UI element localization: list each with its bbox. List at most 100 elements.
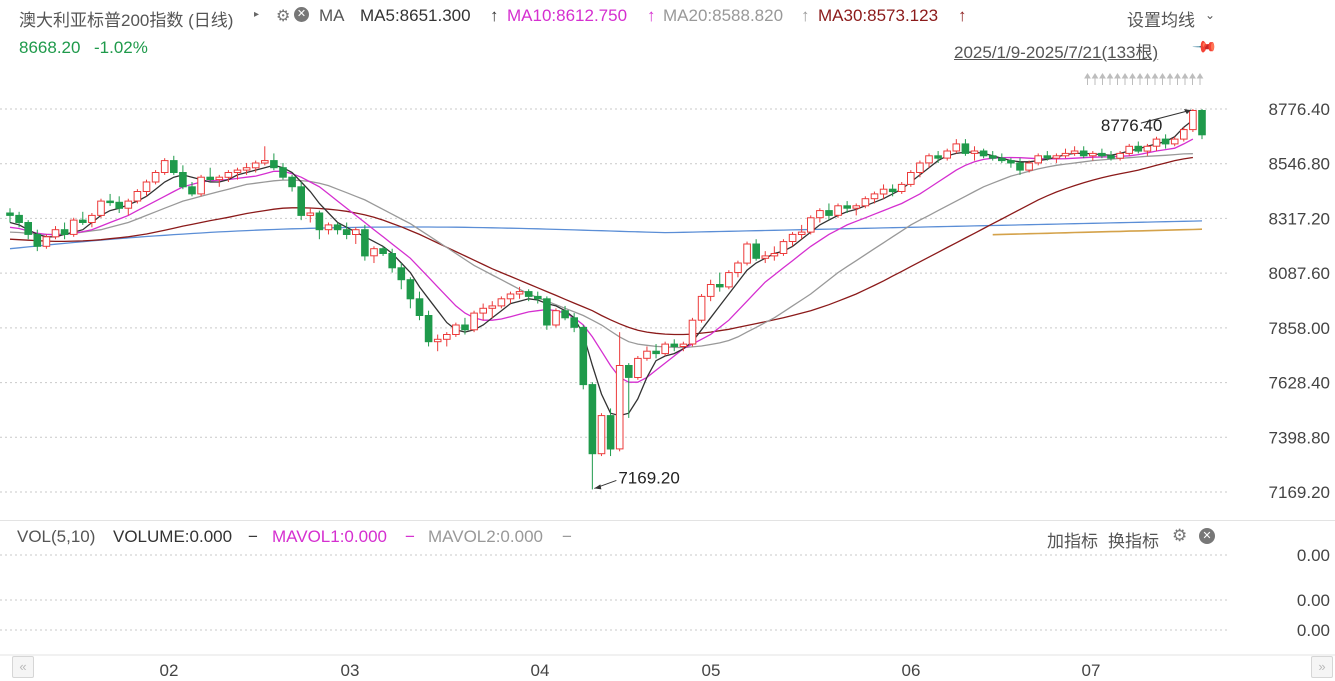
marker-icon [1091,73,1099,85]
candle-body [934,155,942,159]
ma-label: MA [319,6,345,25]
candle-body [1198,110,1206,136]
candle-body [452,324,460,335]
candle-body [1134,145,1143,152]
candle-body [379,248,387,254]
marker-icon [1151,73,1159,85]
candle-body [852,205,861,209]
candle-body [1079,150,1088,157]
candle-body [1098,152,1106,157]
candle-body [188,186,196,195]
candle-body [716,284,724,288]
candle-body [925,155,933,164]
candle-body [370,248,378,257]
mavol2-value: MAVOL2:0.000 [428,527,543,546]
candle-body [634,357,642,378]
price-tick-label: 8317.20 [1269,209,1330,228]
candle-body [534,295,542,300]
candle-body [306,212,315,216]
candle-body [870,193,879,200]
date-range[interactable]: 2025/1/9-2025/7/21(133根) [954,38,1158,63]
switch-indicator-button[interactable]: 换指标 [1108,527,1159,552]
candle-body [1143,145,1152,152]
candle-body [443,334,451,340]
candle-body [606,415,615,450]
ma-settings-link[interactable]: 设置均线 [1127,6,1195,31]
candle-body [952,143,961,152]
marker-icon [1114,73,1121,85]
marker-icon [1099,73,1106,85]
candle-body [961,143,970,154]
max-price-label: 8776.40 [1101,116,1162,135]
candle-body [770,253,779,257]
candle-body [1125,145,1134,154]
candle-body [315,212,324,231]
candle-body [33,233,42,247]
price-change: -1.02% [94,38,148,57]
candle-body [279,167,287,178]
candle-body [424,315,433,343]
indicator-gear-icon[interactable]: ⚙ [1172,526,1187,546]
candle-body [579,326,588,386]
candle-body [615,365,624,450]
candle-body [1025,162,1033,171]
candle-body [288,176,296,188]
candle-body [242,167,251,171]
candle-body [160,160,169,174]
candle-body [79,219,87,224]
candle-body [761,255,770,259]
candle-body [543,298,551,326]
vol-label: VOL(5,10) [17,527,96,546]
candle-body [1180,129,1188,140]
candle-body [270,160,278,169]
close-icon[interactable]: ✕ [294,7,309,22]
candle-body [470,312,478,331]
candle-body [888,188,897,193]
x-tick-label: 04 [531,661,550,680]
chevron-down-icon[interactable]: ⌄ [1205,8,1215,22]
gear-icon[interactable]: ⚙ [276,6,290,26]
candle-body [69,219,78,235]
marker-icon [1144,73,1151,85]
candle-body [907,172,915,185]
candle-body [797,231,806,236]
ma30-line [9,156,1193,336]
candle-body [816,210,824,219]
kline-chart[interactable]: 8776.40 8546.80 8317.20 8087.60 7858.00 7628.… [0,0,1335,681]
volume-tick-label: 0.00 [1297,621,1330,640]
candle-body [224,172,233,178]
title-expand-icon[interactable]: ▸ [254,9,259,20]
min-price-label: 7169.20 [618,468,679,487]
candle-body [725,272,733,288]
candle-body [488,305,497,309]
scroll-right-button[interactable]: » [1311,656,1333,678]
long-ma-gold-line [992,228,1203,236]
candle-body [1043,155,1052,159]
candle-body [1052,155,1061,159]
candle-body [597,415,606,455]
candle-body [1016,162,1024,171]
candle-body [1116,152,1124,159]
candle-body [979,150,988,157]
candle-body [625,365,633,378]
scroll-left-button[interactable]: « [12,656,34,678]
candle-body [897,183,906,192]
ma5-line [9,119,1194,417]
indicator-close-icon[interactable]: ✕ [1199,528,1215,544]
candle-body [743,243,751,264]
candle-body [779,241,788,255]
candle-body [734,262,742,273]
candle-body [215,176,224,181]
ma20-value: MA20:8588.820 [663,6,784,25]
add-indicator-button[interactable]: 加指标 [1047,527,1098,552]
candle-body [133,191,142,202]
ma5-value: MA5:8651.300 [360,6,471,25]
candle-body [879,188,888,195]
ma10-arrow-icon: ↑ [647,6,656,25]
candle-body [342,229,351,235]
x-tick-label: 05 [702,661,721,680]
candle-body [1107,155,1115,159]
candle-body [524,291,533,297]
candle-body [679,343,688,348]
x-tick-label: 07 [1082,661,1101,680]
